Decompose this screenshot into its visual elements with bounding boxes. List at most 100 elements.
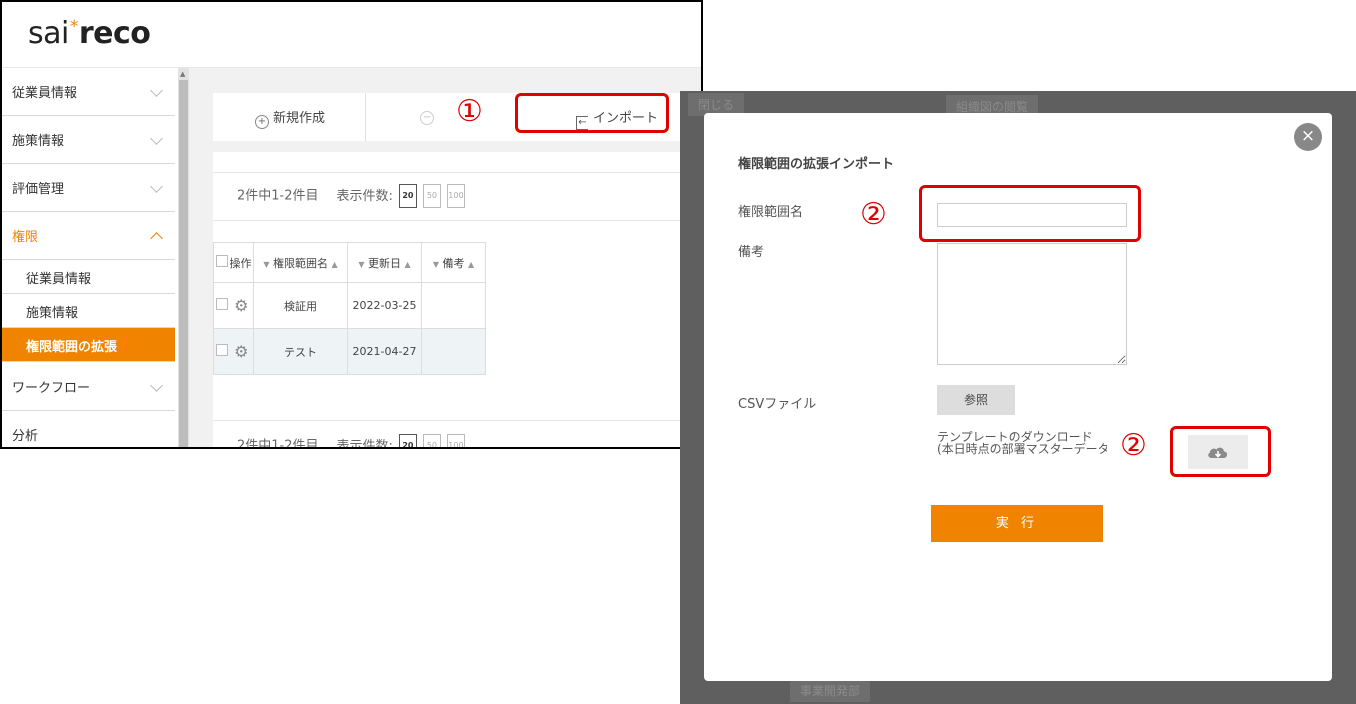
table-header-row: 操作 ▼ 権限範囲名 ▲ ▼ 更新日 ▲ ▼ 備考 ▲ [213,242,486,283]
logo-text-reco: reco [78,16,151,51]
sort-desc-icon: ▼ [263,259,270,269]
execute-button[interactable]: 実 行 [931,505,1103,542]
sidebar-item-employee[interactable]: 従業員情報 [2,68,175,116]
annotation-step-2-download: ② [1120,428,1147,463]
sort-desc-icon: ▼ [358,259,365,269]
permission-table: 操作 ▼ 権限範囲名 ▲ ▼ 更新日 ▲ ▼ 備考 ▲ ⚙ 検証用 2022-0… [213,242,486,375]
sidebar-item-label: 権限 [12,230,39,245]
sidebar-item-workflow[interactable]: ワークフロー [2,363,175,411]
per-page-50[interactable]: 50 [422,434,441,447]
col-name-label: 権限範囲名 [273,256,328,270]
sidebar-subitem-measures[interactable]: 施策情報 [2,294,175,328]
new-button-label: 新規作成 [273,111,326,126]
logo[interactable]: sai*reco [28,16,151,51]
row-op-cell: ⚙ [229,282,254,329]
per-page-label: 表示件数: [336,188,393,204]
sidebar-item-measures[interactable]: 施策情報 [2,116,175,164]
browse-button[interactable]: 参照 [937,385,1015,415]
row-updated: 2022-03-25 [347,282,422,329]
sidebar-subitem-label: 施策情報 [26,306,79,321]
col-note[interactable]: ▼ 備考 ▲ [421,242,486,283]
row-note [421,282,486,329]
sidebar-item-analysis[interactable]: 分析 [2,411,175,447]
sidebar-item-permissions[interactable]: 権限 [2,212,175,260]
annotation-highlight-name-input [919,185,1141,242]
template-download-text: テンプレートのダウンロード (本日時点の部署マスターデータ [937,431,1107,455]
new-button[interactable]: + 新規作成 [255,93,325,141]
sidebar-subitem-employee[interactable]: 従業員情報 [2,260,175,294]
logo-star: * [69,17,79,37]
divider [213,172,693,173]
toolbar-divider [365,93,366,141]
chevron-up-icon [150,232,163,245]
gear-icon[interactable]: ⚙ [234,296,248,315]
row-select-cell [213,328,230,375]
pager-summary: 2件中1-2件目 [237,188,319,204]
row-note [421,328,486,375]
note-label: 備考 [738,245,765,260]
gear-icon[interactable]: ⚙ [234,342,248,361]
sidebar-item-evaluation[interactable]: 評価管理 [2,164,175,212]
plus-circle-icon: + [255,115,269,129]
col-name[interactable]: ▼ 権限範囲名 ▲ [253,242,348,283]
pager-bottom: 2件中1-2件目 表示件数: 20 50 100 [237,434,465,449]
annotation-step-2: ② [860,197,887,232]
close-icon[interactable]: × [1294,123,1322,151]
sidebar: 従業員情報 施策情報 評価管理 権限 従業員情報 施策情報 権限範囲の拡張 ワー… [2,68,177,447]
ghost-department-label: 事業開発部 [790,679,871,702]
chevron-down-icon [150,84,163,97]
scrollbar-thumb[interactable] [179,80,188,447]
per-page-20[interactable]: 20 [398,434,417,447]
per-page-100[interactable]: 100 [446,434,465,447]
minus-circle-icon: − [420,111,434,125]
row-name: テスト [253,328,348,375]
sidebar-item-label: 分析 [12,429,39,444]
table-row[interactable]: ⚙ テスト 2021-04-27 [213,328,486,375]
per-page-50[interactable]: 50 [422,184,441,208]
csv-file-label: CSVファイル [738,397,817,412]
sort-asc-icon: ▲ [404,259,411,269]
row-name: 検証用 [253,282,348,329]
row-op-cell: ⚙ [229,328,254,375]
sidebar-subitem-label: 従業員情報 [26,272,92,287]
pager-summary: 2件中1-2件目 [237,438,319,449]
divider [213,420,693,421]
row-checkbox[interactable] [215,344,228,356]
name-label: 権限範囲名 [738,205,804,220]
delete-button[interactable]: − [420,93,438,141]
sort-asc-icon: ▲ [468,259,475,269]
sidebar-subitem-permission-extension[interactable]: 権限範囲の拡張 [2,328,175,362]
col-op: 操作 [229,242,254,283]
note-textarea[interactable] [937,243,1127,365]
select-all-cell [213,242,230,283]
sidebar-item-label: 従業員情報 [12,86,78,101]
per-page-20[interactable]: 20 [398,184,417,208]
sort-asc-icon: ▲ [331,259,338,269]
app-window: sai*reco 従業員情報 施策情報 評価管理 権限 従業員情報 施策情報 権… [0,0,703,449]
sidebar-item-label: ワークフロー [12,381,91,396]
select-all-checkbox[interactable] [215,255,228,267]
col-updated[interactable]: ▼ 更新日 ▲ [347,242,422,283]
sidebar-item-label: 施策情報 [12,134,65,149]
per-page-100[interactable]: 100 [446,184,465,208]
table-row[interactable]: ⚙ 検証用 2022-03-25 [213,282,486,329]
scroll-up-icon[interactable]: ▲ [180,70,185,78]
annotation-step-1: ① [456,94,483,129]
chevron-down-icon [150,132,163,145]
annotation-highlight-download [1170,426,1271,477]
modal-title: 権限範囲の拡張インポート [738,157,895,172]
col-note-label: 備考 [442,256,465,270]
chevron-down-icon [150,379,163,392]
header: sai*reco [2,2,701,68]
col-updated-label: 更新日 [368,256,401,270]
list-panel: 2件中1-2件目 表示件数: 20 50 100 操作 ▼ 権限範囲名 ▲ ▼ 更新日 … [213,152,701,449]
per-page-label: 表示件数: [336,438,393,449]
logo-text-sai: sai [28,16,69,51]
row-select-cell [213,282,230,329]
sidebar-scrollbar[interactable]: ▲ [178,68,189,447]
col-op-label: 操作 [229,256,252,270]
chevron-down-icon [150,180,163,193]
row-checkbox[interactable] [215,298,228,310]
sidebar-item-label: 評価管理 [12,182,65,197]
sidebar-subitem-label: 権限範囲の拡張 [26,340,118,355]
